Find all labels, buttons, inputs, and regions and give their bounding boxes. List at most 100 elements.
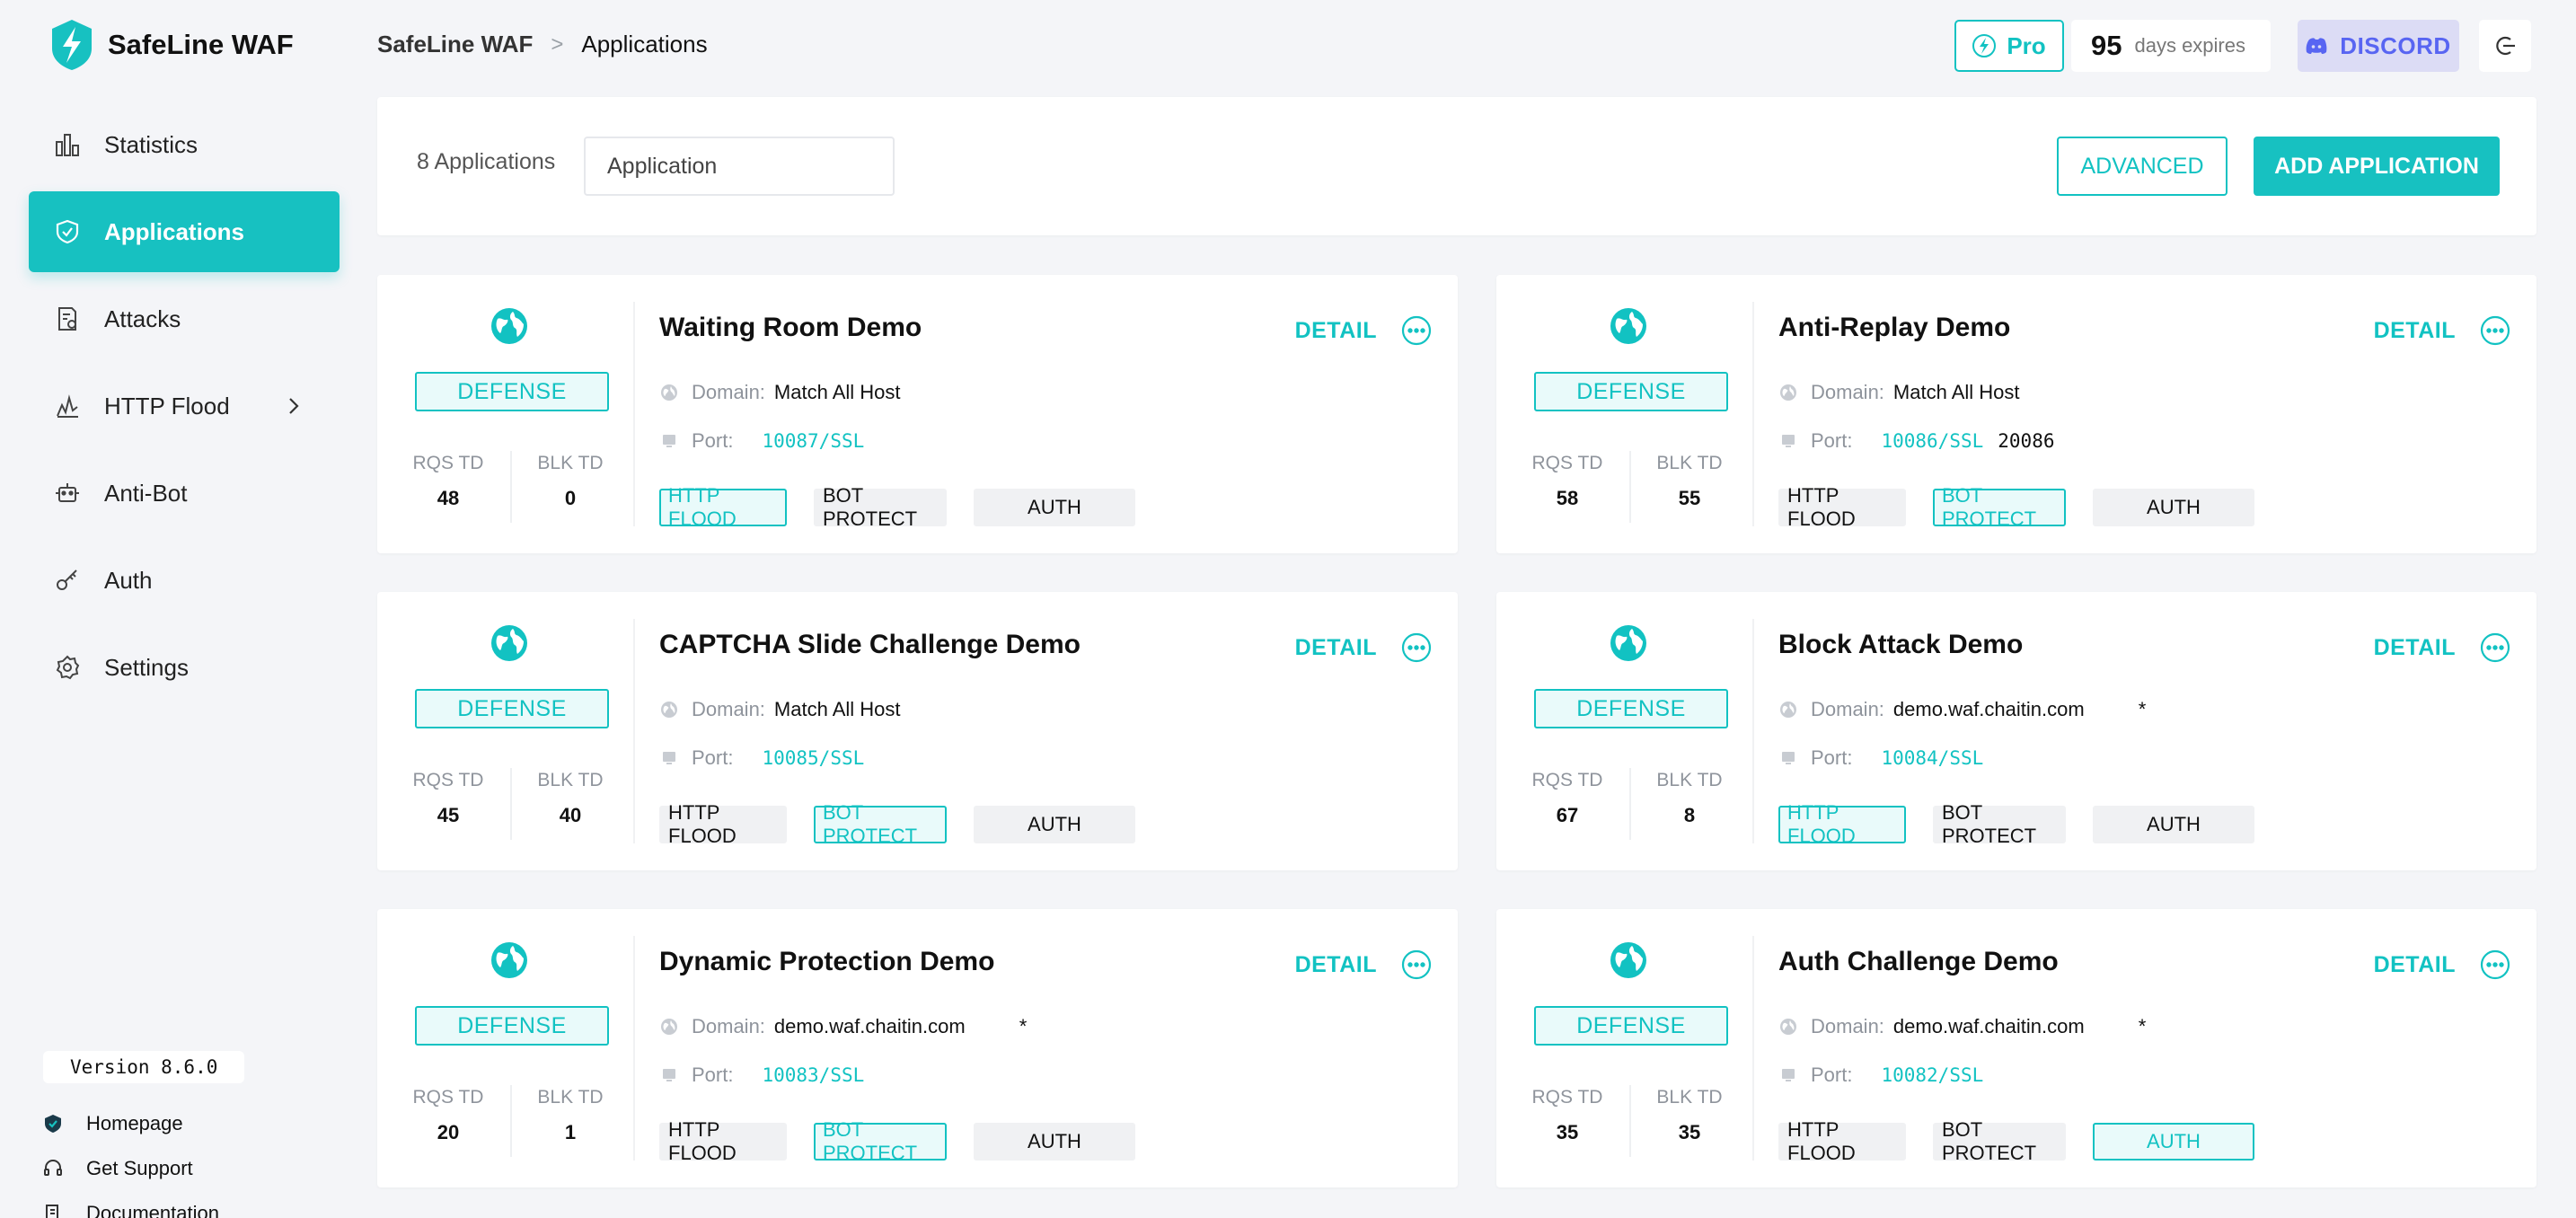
http-flood-tag[interactable]: HTTP FLOOD (1778, 801, 1906, 847)
logout-button[interactable] (2479, 20, 2531, 72)
sidebar-item-applications[interactable]: Applications (29, 191, 340, 272)
detail-link[interactable]: DETAIL (2374, 635, 2456, 661)
more-options-icon[interactable] (1400, 314, 1433, 347)
application-name: Anti-Replay Demo (1778, 313, 2011, 342)
bot-protect-tag[interactable]: BOT PROTECT (1933, 801, 2066, 847)
protection-tags: HTTP FLOOD BOT PROTECT AUTH (659, 801, 1135, 847)
domain-value: Match All Host (1892, 381, 2020, 403)
lightning-icon (1972, 34, 1997, 57)
sidebar-item-label: Attacks (104, 304, 181, 332)
discord-button[interactable]: DISCORD (2298, 20, 2459, 72)
more-options-icon[interactable] (1400, 949, 1433, 981)
bot-protect-tag[interactable]: BOT PROTECT (814, 801, 947, 847)
application-card[interactable]: DEFENSE RQS TD 45 BLK TD 40 CAPTCHA Slid… (377, 592, 1458, 870)
application-name: Auth Challenge Demo (1778, 947, 2059, 976)
card-divider (1752, 936, 1754, 1161)
shield-icon (52, 216, 83, 247)
card-status-panel: DEFENSE RQS TD 48 BLK TD 0 (377, 275, 634, 553)
defense-status-badge: DEFENSE (1534, 372, 1728, 411)
sidebar-item-http-flood[interactable]: HTTP Flood (29, 366, 340, 446)
detail-link[interactable]: DETAIL (1295, 635, 1377, 661)
rqs-stat: RQS TD 20 (386, 1087, 510, 1144)
detail-link[interactable]: DETAIL (2374, 318, 2456, 344)
application-grid: DEFENSE RQS TD 48 BLK TD 0 Waiting Room … (377, 275, 2536, 1218)
domain-label: Domain: (692, 381, 765, 403)
app-logo[interactable]: SafeLine WAF (49, 18, 294, 72)
more-options-icon[interactable] (2479, 949, 2511, 981)
rqs-label: RQS TD (412, 1087, 484, 1108)
sidebar-item-anti-bot[interactable]: Anti-Bot (29, 453, 340, 534)
card-divider (1752, 302, 1754, 526)
auth-tag[interactable]: AUTH (2093, 1123, 2254, 1161)
sidebar-item-statistics[interactable]: Statistics (29, 104, 340, 185)
application-card[interactable]: DEFENSE RQS TD 67 BLK TD 8 Block Attack … (1496, 592, 2536, 870)
card-divider (633, 936, 635, 1161)
homepage-link[interactable]: Homepage (41, 1101, 244, 1146)
auth-tag[interactable]: AUTH (974, 1123, 1135, 1161)
auth-tag[interactable]: AUTH (2093, 806, 2254, 843)
more-options-icon[interactable] (2479, 631, 2511, 664)
rqs-stat: RQS TD 58 (1505, 453, 1629, 510)
application-search-input[interactable] (584, 137, 895, 196)
globe-small-icon (1778, 700, 1798, 719)
auth-tag[interactable]: AUTH (974, 489, 1135, 526)
get-support-link[interactable]: Get Support (41, 1146, 244, 1191)
protection-tags: HTTP FLOOD BOT PROTECT AUTH (1778, 801, 2254, 847)
protection-tags: HTTP FLOOD BOT PROTECT AUTH (1778, 1118, 2254, 1164)
sidebar-item-settings[interactable]: Settings (29, 627, 340, 708)
application-card[interactable]: DEFENSE RQS TD 58 BLK TD 55 Anti-Replay … (1496, 275, 2536, 553)
sidebar-footer: Version 8.6.0 Homepage Get Support Docum… (41, 1051, 245, 1218)
http-flood-tag[interactable]: HTTP FLOOD (659, 1118, 787, 1164)
globe-small-icon (659, 1017, 679, 1037)
http-flood-tag[interactable]: HTTP FLOOD (659, 484, 787, 530)
http-flood-tag[interactable]: HTTP FLOOD (1778, 484, 1906, 530)
detail-link[interactable]: DETAIL (2374, 952, 2456, 978)
domain-label: Domain: (692, 1015, 765, 1037)
defense-status-badge: DEFENSE (415, 1006, 609, 1046)
auth-tag[interactable]: AUTH (974, 806, 1135, 843)
http-flood-tag[interactable]: HTTP FLOOD (1778, 1118, 1906, 1164)
bot-protect-tag[interactable]: BOT PROTECT (1933, 484, 2066, 530)
add-application-button[interactable]: ADD APPLICATION (2254, 137, 2500, 196)
globe-small-icon (659, 700, 679, 719)
domain-row: Domain: demo.waf.chaitin.com * (1778, 698, 2146, 721)
rqs-stat: RQS TD 45 (386, 770, 510, 827)
license-days: 95 days expires (2071, 20, 2271, 72)
documentation-link[interactable]: Documentation (41, 1191, 244, 1218)
protection-tags: HTTP FLOOD BOT PROTECT AUTH (659, 1118, 1135, 1164)
blk-value: 8 (1683, 804, 1696, 826)
server-icon (1778, 748, 1798, 768)
port-row: Port: 10083/SSL (659, 1064, 878, 1087)
bot-protect-tag[interactable]: BOT PROTECT (814, 1118, 947, 1164)
blk-stat: BLK TD 0 (508, 453, 632, 510)
application-card[interactable]: DEFENSE RQS TD 20 BLK TD 1 Dynamic Prote… (377, 909, 1458, 1187)
application-card[interactable]: DEFENSE RQS TD 48 BLK TD 0 Waiting Room … (377, 275, 1458, 553)
blk-stat: BLK TD 55 (1628, 453, 1751, 510)
port-label: Port: (1811, 429, 1853, 452)
days-label: days expires (2134, 34, 2245, 57)
bot-protect-tag[interactable]: BOT PROTECT (1933, 1118, 2066, 1164)
globe-icon (491, 308, 527, 344)
sidebar-item-attacks[interactable]: Attacks (29, 278, 340, 359)
bot-protect-tag[interactable]: BOT PROTECT (814, 484, 947, 530)
defense-status-badge: DEFENSE (415, 689, 609, 728)
domain-extra: * (1019, 1015, 1028, 1037)
detail-link[interactable]: DETAIL (1295, 318, 1377, 344)
rqs-label: RQS TD (412, 453, 484, 473)
detail-link[interactable]: DETAIL (1295, 952, 1377, 978)
sidebar-item-auth[interactable]: Auth (29, 540, 340, 621)
port-label: Port: (692, 429, 734, 452)
breadcrumb-root[interactable]: SafeLine WAF (377, 31, 533, 58)
footer-link-label: Get Support (86, 1157, 193, 1179)
more-options-icon[interactable] (1400, 631, 1433, 664)
application-card[interactable]: DEFENSE RQS TD 35 BLK TD 35 Auth Challen… (1496, 909, 2536, 1187)
days-value: 95 (2091, 30, 2122, 61)
auth-tag[interactable]: AUTH (2093, 489, 2254, 526)
sidebar-nav: Statistics Applications Attacks HTTP Flo… (29, 104, 340, 714)
pro-badge[interactable]: Pro (1954, 20, 2064, 72)
http-flood-tag[interactable]: HTTP FLOOD (659, 801, 787, 847)
port-label: Port: (692, 746, 734, 769)
advanced-button[interactable]: ADVANCED (2057, 137, 2228, 196)
more-options-icon[interactable] (2479, 314, 2511, 347)
footer-link-label: Documentation (86, 1202, 219, 1218)
